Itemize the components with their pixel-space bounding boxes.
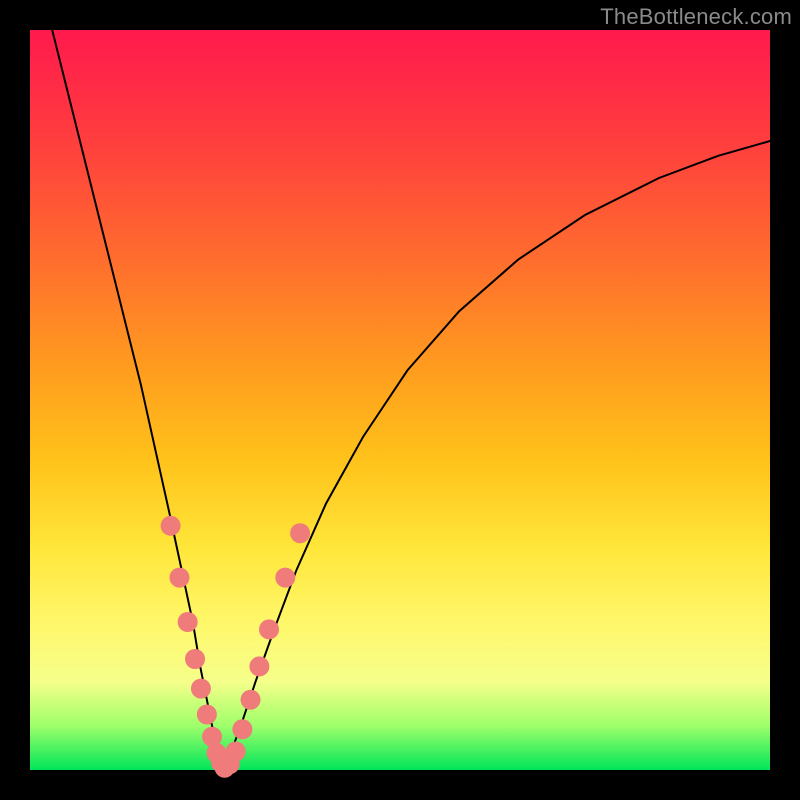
- marker-dot: [275, 568, 295, 588]
- watermark-text: TheBottleneck.com: [600, 4, 792, 30]
- right-branch-path: [222, 141, 770, 770]
- marker-dot: [259, 619, 279, 639]
- marker-dot: [197, 705, 217, 725]
- marker-dot: [178, 612, 198, 632]
- plot-area: [30, 30, 770, 770]
- marker-dot: [169, 568, 189, 588]
- marker-dot: [290, 523, 310, 543]
- marker-dot: [241, 690, 261, 710]
- chart-stage: TheBottleneck.com: [0, 0, 800, 800]
- marker-dot: [161, 516, 181, 536]
- marker-dot: [232, 719, 252, 739]
- marker-dot: [185, 649, 205, 669]
- curve-group: [52, 30, 770, 770]
- chart-svg: [30, 30, 770, 770]
- marker-dot: [191, 679, 211, 699]
- marker-dot: [226, 742, 246, 762]
- marker-dot: [249, 656, 269, 676]
